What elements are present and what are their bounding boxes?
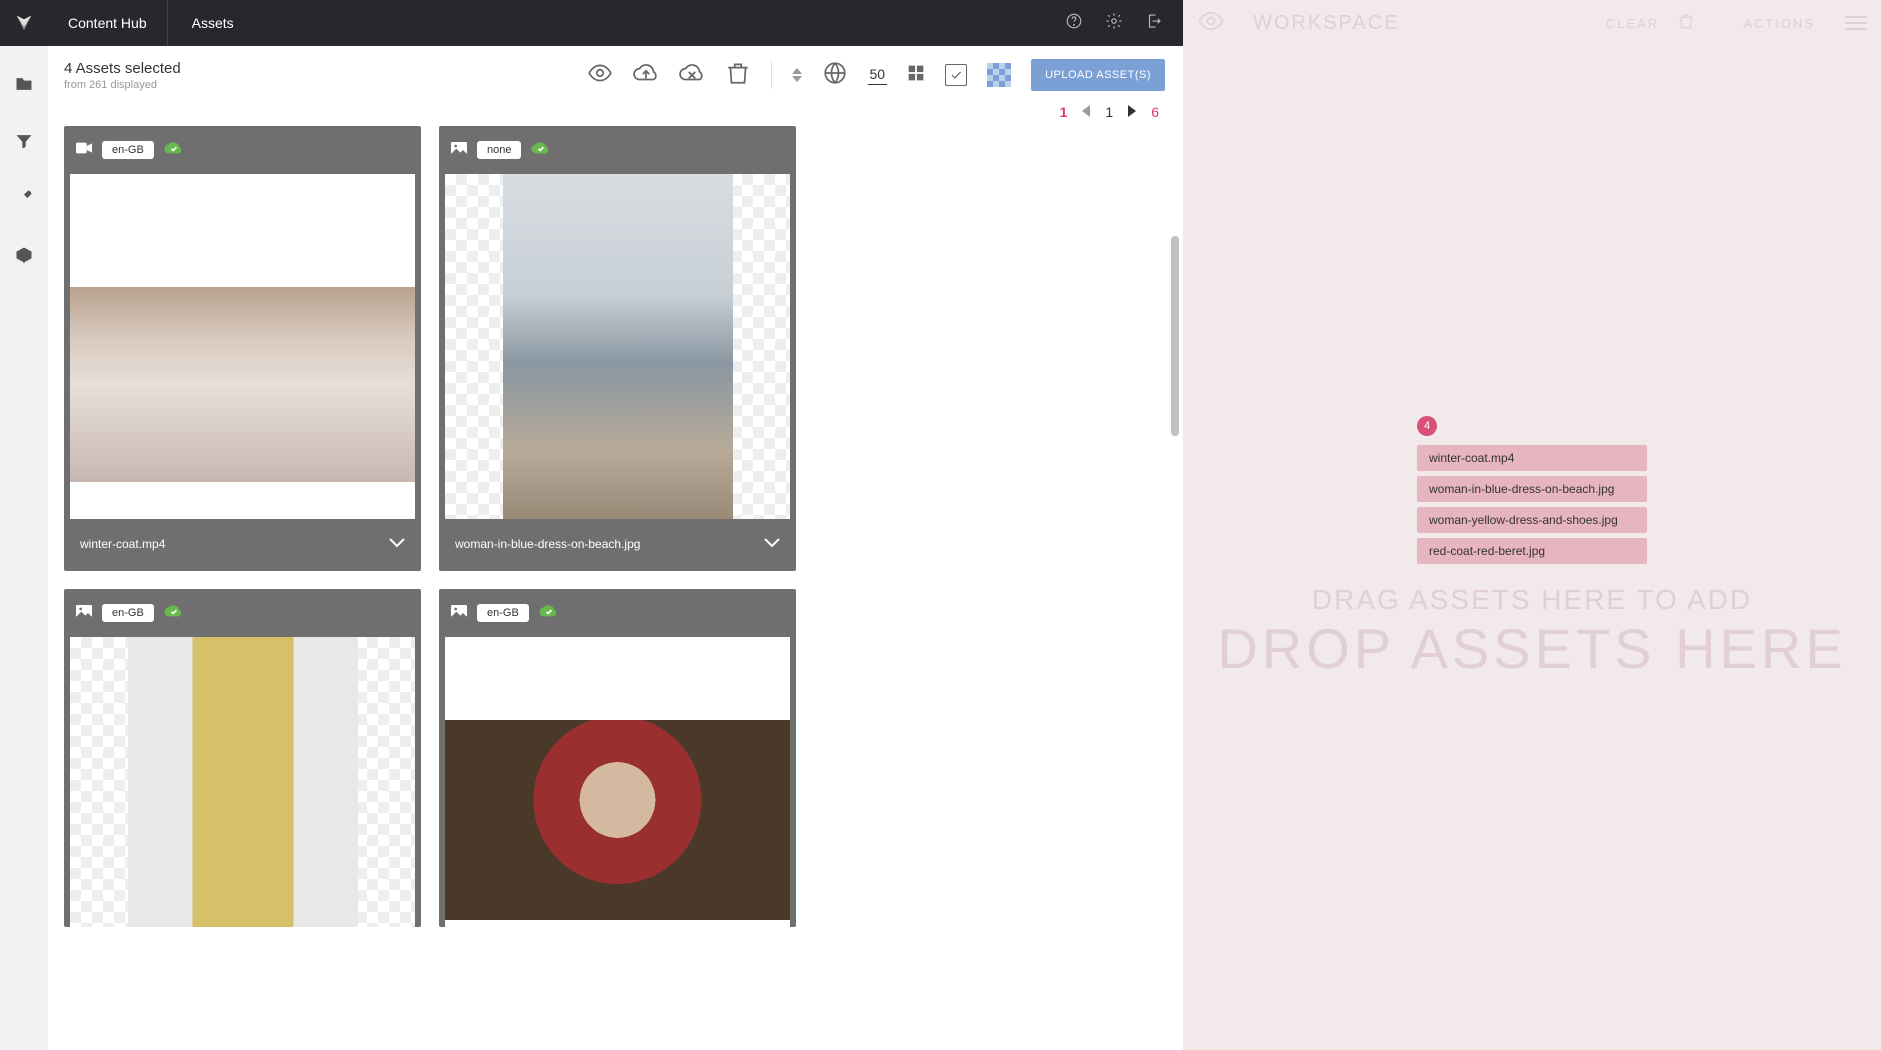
locale-badge: en-GB (477, 604, 529, 622)
cloud-synced-icon (164, 140, 184, 161)
asset-thumbnail[interactable] (445, 637, 790, 927)
section-assets[interactable]: Assets (168, 0, 258, 46)
workspace-chip[interactable]: woman-in-blue-dress-on-beach.jpg (1417, 476, 1647, 502)
transparency-toggle-icon[interactable] (987, 63, 1011, 87)
asset-filename: winter-coat.mp4 (80, 537, 165, 551)
grid-view-icon[interactable] (907, 64, 925, 87)
asset-card[interactable]: en-GB winter-coat.mp4 (64, 126, 421, 571)
image-icon (76, 604, 92, 622)
upload-assets-button[interactable]: UPLOAD ASSET(S) (1031, 59, 1165, 91)
asset-thumbnail[interactable] (445, 174, 790, 519)
folder-icon[interactable] (14, 74, 34, 99)
select-all-icon[interactable] (945, 64, 967, 86)
workspace-menu-icon[interactable] (1845, 16, 1867, 30)
workspace-chip[interactable]: woman-yellow-dress-and-shoes.jpg (1417, 507, 1647, 533)
sort-toggle[interactable] (792, 67, 802, 83)
preview-icon[interactable] (587, 60, 613, 91)
asset-card[interactable]: en-GB (439, 589, 796, 927)
asset-card[interactable]: en-GB (64, 589, 421, 927)
download-cloud-cancel-icon[interactable] (679, 60, 705, 91)
toolbar-separator (771, 61, 772, 89)
workspace-drop-hint: DROP ASSETS HERE (1217, 616, 1846, 681)
clear-button[interactable]: CLEAR (1606, 16, 1659, 31)
clear-trash-icon[interactable] (1677, 12, 1695, 35)
image-icon (451, 141, 467, 159)
page-prev-icon[interactable] (1081, 104, 1091, 120)
chevron-down-icon[interactable] (389, 535, 405, 553)
video-icon (76, 141, 92, 159)
filter-icon[interactable] (14, 131, 34, 156)
scrollbar[interactable] (1171, 236, 1179, 436)
locale-icon[interactable] (822, 60, 848, 91)
settings-icon[interactable] (1105, 12, 1123, 35)
cloud-synced-icon (164, 603, 184, 624)
workspace-chip[interactable]: red-coat-red-beret.jpg (1417, 538, 1647, 564)
workspace-chip[interactable]: winter-coat.mp4 (1417, 445, 1647, 471)
package-icon[interactable] (14, 245, 34, 270)
locale-badge: en-GB (102, 604, 154, 622)
page-first[interactable]: 1 (1060, 104, 1068, 120)
locale-badge: en-GB (102, 141, 154, 159)
help-icon[interactable] (1065, 12, 1083, 35)
page-total[interactable]: 6 (1151, 104, 1159, 120)
page-size[interactable]: 50 (868, 66, 888, 85)
tools-icon[interactable] (14, 188, 34, 213)
workspace-visibility-icon[interactable] (1197, 7, 1225, 40)
cloud-synced-icon (539, 603, 559, 624)
upload-cloud-icon[interactable] (633, 60, 659, 91)
workspace-title: WORKSPACE (1253, 12, 1400, 35)
selection-count: 4 Assets selected (64, 60, 181, 77)
asset-thumbnail[interactable] (70, 174, 415, 519)
actions-button[interactable]: ACTIONS (1743, 16, 1815, 31)
page-number: 1 (1105, 104, 1113, 120)
cloud-synced-icon (531, 140, 551, 161)
workspace-drag-hint: DRAG ASSETS HERE TO ADD (1312, 584, 1752, 616)
brand-label: Content Hub (48, 0, 168, 46)
asset-filename: woman-in-blue-dress-on-beach.jpg (455, 537, 640, 551)
locale-badge: none (477, 141, 521, 159)
asset-thumbnail[interactable] (70, 637, 415, 927)
workspace-count-badge: 4 (1417, 416, 1437, 436)
asset-card[interactable]: none woman-in-blue-dress-on-beach.jpg (439, 126, 796, 571)
chevron-down-icon[interactable] (764, 535, 780, 553)
app-logo[interactable] (0, 0, 48, 46)
image-icon (451, 604, 467, 622)
page-next-icon[interactable] (1127, 104, 1137, 120)
logout-icon[interactable] (1145, 12, 1163, 35)
delete-icon[interactable] (725, 60, 751, 91)
selection-from: from 261 displayed (64, 79, 181, 91)
